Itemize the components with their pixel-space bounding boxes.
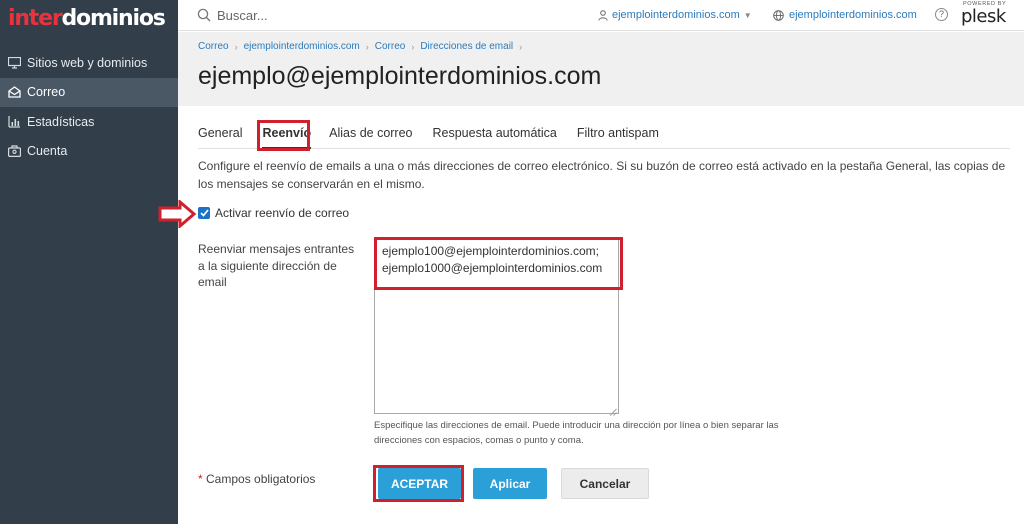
logo-part-dominios: dominios (61, 6, 166, 31)
highlight-box-tab (257, 120, 310, 151)
highlight-box-accept (373, 465, 464, 502)
sidebar-item-label: Estadísticas (27, 114, 95, 129)
forwarding-checkbox-row[interactable]: Activar reenvío de correo (198, 206, 349, 220)
tab-bar: General Reenvío Alias de correo Respuest… (198, 123, 1010, 149)
mail-icon (7, 85, 21, 99)
top-bar: ejemplointerdominios.com ▼ ejemplointerd… (178, 0, 1024, 31)
chevron-right-icon: › (519, 41, 523, 52)
site-link-label: ejemplointerdominios.com (789, 9, 917, 21)
globe-icon (773, 9, 784, 21)
page-title: ejemplo@ejemplointerdominios.com (198, 62, 602, 90)
breadcrumb-link-correo[interactable]: Correo (198, 41, 229, 52)
tab-auto-reply[interactable]: Respuesta automática (433, 123, 557, 149)
sidebar-item-mail[interactable]: Correo (0, 77, 178, 107)
site-link[interactable]: ejemplointerdominios.com (773, 9, 917, 21)
chevron-right-icon: › (234, 41, 238, 52)
main-content: General Reenvío Alias de correo Respuest… (158, 106, 1024, 524)
forward-hint: Especifique las direcciones de email. Pu… (374, 420, 779, 446)
highlight-box-addresses (374, 237, 623, 290)
breadcrumb: Correo › ejemplointerdominios.com › Corr… (198, 41, 528, 52)
user-menu[interactable]: ejemplointerdominios.com ▼ (598, 9, 752, 21)
sidebar-item-label: Cuenta (27, 144, 68, 159)
plesk-logo: POWERED BY plesk (961, 1, 1011, 26)
plesk-wordmark: plesk (961, 6, 1006, 27)
sidebar: interdominios Sitios web y dominios Corr… (0, 0, 178, 524)
search-icon (197, 8, 211, 25)
arrow-right-icon (158, 198, 202, 231)
help-icon[interactable]: ? (935, 8, 948, 21)
resize-grip-icon[interactable] (609, 404, 617, 416)
interdominios-logo[interactable]: interdominios (8, 6, 166, 31)
chevron-down-icon: ▼ (743, 10, 752, 20)
cancel-button[interactable]: Cancelar (561, 468, 649, 499)
sidebar-item-account[interactable]: Cuenta (0, 137, 178, 167)
page-header: Correo › ejemplointerdominios.com › Corr… (178, 32, 1024, 106)
user-menu-label: ejemplointerdominios.com (612, 9, 740, 21)
tab-general[interactable]: General (198, 123, 242, 149)
chevron-right-icon: › (411, 41, 415, 52)
sidebar-item-label: Sitios web y dominios (27, 55, 148, 70)
sidebar-item-statistics[interactable]: Estadísticas (0, 107, 178, 137)
logo-part-inter: inter (8, 6, 63, 31)
required-star: * (198, 472, 203, 486)
sidebar-item-websites[interactable]: Sitios web y dominios (0, 48, 178, 78)
tab-alias[interactable]: Alias de correo (329, 123, 412, 149)
breadcrumb-link-correo-2[interactable]: Correo (375, 41, 406, 52)
chevron-right-icon: › (365, 41, 369, 52)
monitor-icon (7, 56, 21, 70)
breadcrumb-link-email-addresses[interactable]: Direcciones de email (420, 41, 513, 52)
apply-button[interactable]: Aplicar (473, 468, 547, 499)
sidebar-item-label: Correo (27, 85, 66, 100)
user-icon (598, 9, 608, 21)
forward-field-label: Reenviar mensajes entrantes a la siguien… (198, 242, 355, 289)
bar-chart-icon (7, 115, 21, 129)
sidebar-nav: Sitios web y dominios Correo Estadística… (0, 48, 178, 166)
account-icon (7, 144, 21, 158)
forwarding-checkbox[interactable] (198, 207, 210, 219)
required-fields-note: * Campos obligatorios (198, 472, 315, 486)
search-input[interactable] (217, 6, 517, 24)
breadcrumb-link-domain[interactable]: ejemplointerdominios.com (244, 41, 360, 52)
tab-antispam[interactable]: Filtro antispam (577, 123, 659, 149)
description-text: Configure el reenvío de emails a una o m… (198, 159, 1006, 191)
forwarding-checkbox-label: Activar reenvío de correo (215, 206, 350, 220)
required-text: Campos obligatorios (206, 472, 316, 486)
